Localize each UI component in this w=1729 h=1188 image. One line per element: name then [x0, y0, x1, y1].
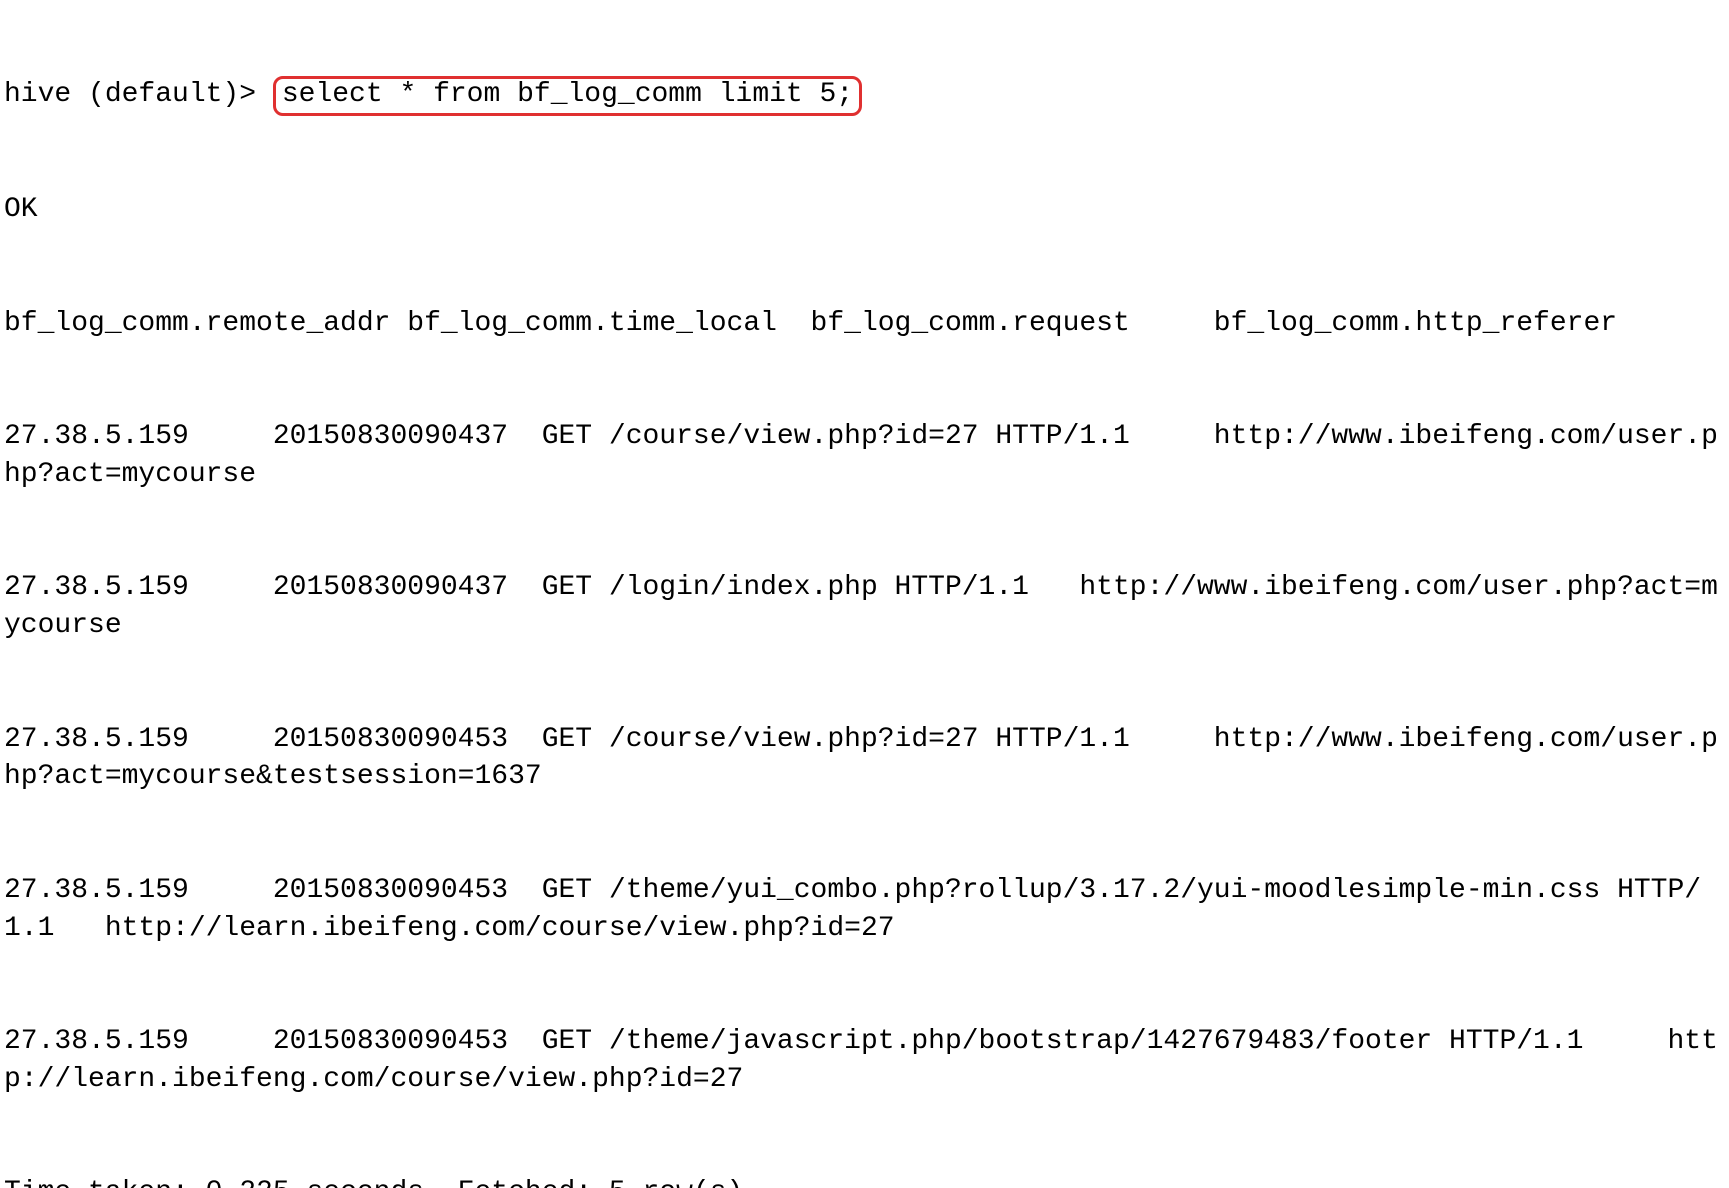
result-row: 27.38.5.159 20150830090453 GET /course/v…	[4, 721, 1725, 797]
sql-command-highlight: select * from bf_log_comm limit 5;	[273, 76, 862, 116]
command-line: hive (default)> select * from bf_log_com…	[4, 76, 1725, 116]
result-row: 27.38.5.159 20150830090453 GET /theme/yu…	[4, 872, 1725, 948]
column-header-line: bf_log_comm.remote_addr bf_log_comm.time…	[4, 305, 1725, 343]
result-row: 27.38.5.159 20150830090453 GET /theme/ja…	[4, 1023, 1725, 1099]
result-row: 27.38.5.159 20150830090437 GET /login/in…	[4, 569, 1725, 645]
ok-line: OK	[4, 191, 1725, 229]
timing-footer: Time taken: 0.225 seconds, Fetched: 5 ro…	[4, 1174, 1725, 1188]
hive-prompt: hive (default)>	[4, 79, 273, 110]
terminal-output[interactable]: hive (default)> select * from bf_log_com…	[0, 0, 1729, 1188]
result-row: 27.38.5.159 20150830090437 GET /course/v…	[4, 418, 1725, 494]
